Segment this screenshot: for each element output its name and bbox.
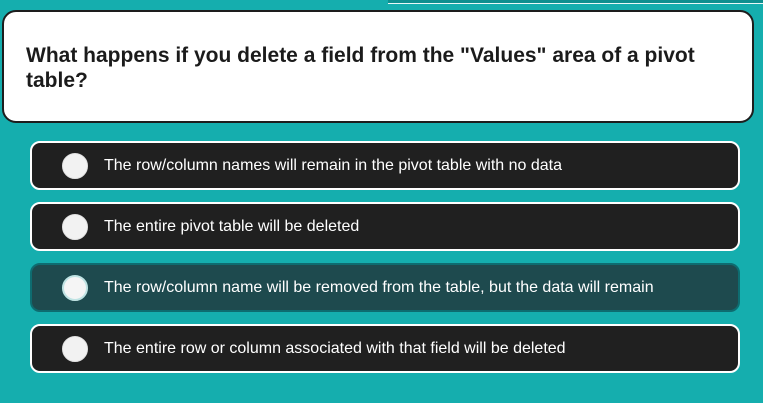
radio-button-4[interactable] [62, 335, 88, 362]
radio-button-1[interactable] [62, 152, 88, 179]
answer-label-4: The entire row or column associated with… [104, 339, 566, 357]
radio-button-2[interactable] [62, 213, 88, 240]
answer-option-2[interactable]: The entire pivot table will be deleted [30, 202, 740, 251]
answer-option-3[interactable]: The row/column name will be removed from… [30, 263, 740, 312]
answer-label-3: The row/column name will be removed from… [104, 278, 654, 296]
answer-option-1[interactable]: The row/column names will remain in the … [30, 141, 740, 190]
question-text: What happens if you delete a field from … [26, 44, 695, 92]
radio-button-3[interactable] [62, 274, 88, 301]
question-card: What happens if you delete a field from … [2, 10, 754, 123]
top-divider [388, 0, 718, 4]
answer-label-2: The entire pivot table will be deleted [104, 217, 360, 235]
answer-label-1: The row/column names will remain in the … [104, 156, 562, 174]
answer-option-4[interactable]: The entire row or column associated with… [30, 324, 740, 373]
top-divider-right [718, 0, 763, 4]
answer-list: The row/column names will remain in the … [30, 141, 740, 385]
